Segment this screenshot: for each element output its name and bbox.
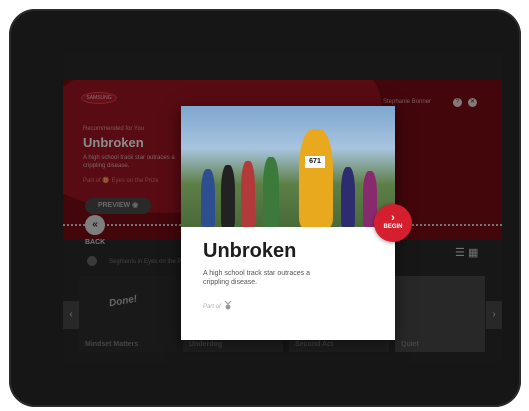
medal-icon [224,301,232,310]
runners-photo: 671 [181,106,395,227]
runner-figure [201,169,215,227]
runner-figure [341,167,355,227]
race-bib: 671 [305,156,325,168]
runner-figure [299,129,333,227]
begin-button[interactable]: › BEGIN [374,204,412,242]
modal-part-of: Part of [203,304,221,310]
modal-description: A high school track star outraces a crip… [203,270,310,286]
chevron-right-icon: › [391,212,395,224]
tablet-screen: SAMSUNG Stephanie Bonner ? ✕ Recommended… [63,53,502,362]
segment-detail-modal: 671 Unbroken A high school track star ou… [181,106,395,340]
modal-title: Unbroken [203,240,297,262]
runner-figure [221,165,235,227]
tablet-frame: SAMSUNG Stephanie Bonner ? ✕ Recommended… [9,9,521,407]
begin-label: BEGIN [383,224,403,230]
runner-figure [263,157,279,227]
runner-figure [241,161,255,227]
app-background: SAMSUNG Stephanie Bonner ? ✕ Recommended… [63,53,502,362]
